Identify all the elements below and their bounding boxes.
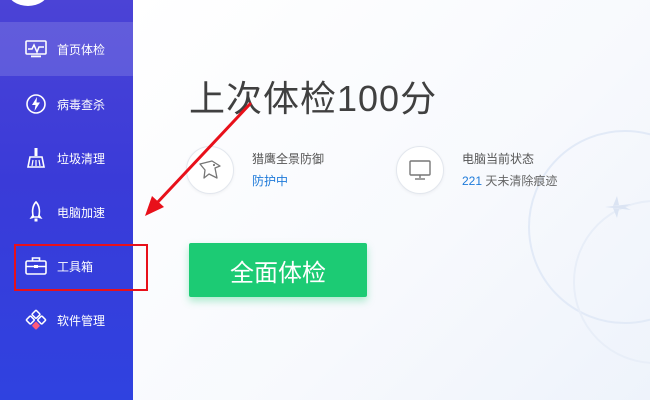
pc-status[interactable]: 电脑当前状态 221 天未清除痕迹 [396,145,557,195]
sidebar-item-label: 垃圾清理 [57,151,106,166]
lightning-shield-icon [25,93,47,115]
monitor-icon [396,146,444,194]
protection-status[interactable]: 猎鹰全景防御 防护中 [186,145,324,195]
plane-decoration-icon [605,196,631,218]
sidebar-item-junk-clean[interactable]: 垃圾清理 [0,131,133,185]
sidebar-item-speed-up[interactable]: 电脑加速 [0,185,133,239]
eagle-icon [186,146,234,194]
page-title: 上次体检100分 [189,78,438,119]
sidebar: 首页体检 病毒查杀 垃圾清理 电脑加速 工具箱 软件管理 [0,0,133,400]
sidebar-item-home-check[interactable]: 首页体检 [0,22,133,76]
software-puzzle-icon [25,309,47,331]
uncleared-days-count: 221 [462,174,483,188]
pc-status-detail: 天未清除痕迹 [482,174,558,188]
protection-name: 猎鹰全景防御 [252,152,325,166]
sidebar-item-virus-scan[interactable]: 病毒查杀 [0,77,133,131]
sidebar-item-label: 首页体检 [57,42,106,57]
app-logo [8,0,48,6]
rocket-icon [25,201,47,223]
annotation-highlight-box [14,244,148,291]
broom-icon [25,147,47,169]
full-scan-button[interactable]: 全面体检 [189,243,367,297]
monitor-pulse-icon [25,38,47,60]
main-panel: 上次体检100分 猎鹰全景防御 防护中 电脑当前状态 221 天未清除痕迹 全面… [133,0,650,400]
pc-status-name: 电脑当前状态 [462,152,535,166]
protection-status-value: 防护中 [252,174,289,188]
sidebar-item-label: 软件管理 [57,313,106,328]
sidebar-item-software-manager[interactable]: 软件管理 [0,293,133,347]
sidebar-item-label: 电脑加速 [57,205,106,220]
sidebar-item-label: 病毒查杀 [57,97,106,112]
